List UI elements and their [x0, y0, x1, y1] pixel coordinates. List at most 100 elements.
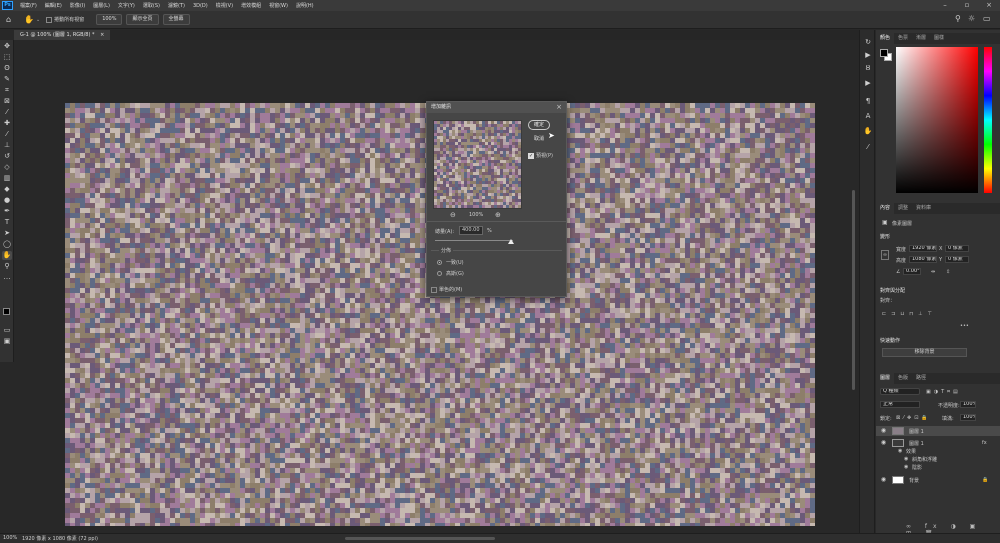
amount-slider-track[interactable]: [435, 240, 513, 241]
menu-file[interactable]: 檔案(F): [16, 2, 41, 9]
flip-h-icon[interactable]: ⇹: [931, 269, 935, 275]
paragraph-icon[interactable]: ¶: [863, 97, 873, 106]
layer-filter-icons[interactable]: ▣◑T⌗▤: [926, 389, 961, 395]
color-field[interactable]: [896, 47, 978, 193]
search-icon[interactable]: ⚲: [955, 14, 961, 23]
amount-slider-thumb[interactable]: [508, 239, 515, 244]
menu-type[interactable]: 文字(Y): [114, 2, 139, 9]
height-field[interactable]: 1080 像素: [909, 256, 937, 263]
brush-settings-icon[interactable]: ▶: [863, 79, 873, 88]
align-buttons-icon[interactable]: ⊏⊐⊔⊓⊥⊤: [882, 311, 937, 317]
character-icon[interactable]: A: [863, 112, 873, 121]
effect-row[interactable]: ◉ 陰影: [876, 463, 1000, 471]
foreground-color-swatch[interactable]: [3, 308, 10, 315]
fg-swatch[interactable]: [880, 49, 888, 57]
screen-mode-icon[interactable]: ▣: [2, 337, 12, 346]
home-icon[interactable]: ⌂: [6, 15, 16, 24]
tab-gradients[interactable]: 漸層: [912, 33, 930, 44]
status-zoom[interactable]: 100%: [3, 535, 17, 541]
eyedropper-tool-icon[interactable]: ⁄: [2, 108, 12, 117]
pen-tool-icon[interactable]: ✒: [2, 207, 12, 216]
eraser-tool-icon[interactable]: ◇: [2, 163, 12, 172]
hand-tool-icon[interactable]: ✋: [2, 251, 12, 260]
fit-screen-button[interactable]: 顯示全頁: [126, 14, 159, 25]
dodge-tool-icon[interactable]: ●: [2, 196, 12, 205]
menu-window[interactable]: 視窗(W): [265, 2, 292, 9]
menu-select[interactable]: 選取(S): [139, 2, 164, 9]
y-field[interactable]: 0 像素: [945, 256, 969, 263]
amount-input[interactable]: 400.00: [459, 226, 483, 235]
tab-libraries[interactable]: 資料庫: [912, 203, 935, 214]
brush-tool-icon[interactable]: ⁄: [2, 130, 12, 139]
history-brush-tool-icon[interactable]: ↺: [2, 152, 12, 161]
tab-patterns[interactable]: 圖樣: [930, 33, 948, 44]
path-select-tool-icon[interactable]: ➤: [2, 229, 12, 238]
crop-tool-icon[interactable]: ⌗: [2, 86, 12, 95]
effect-row[interactable]: ◉ 斜角和浮雕: [876, 455, 1000, 463]
zoom-out-icon[interactable]: ⊖: [450, 211, 456, 219]
transform-section[interactable]: 變形: [880, 233, 890, 240]
menu-image[interactable]: 影像(I): [66, 2, 89, 9]
hue-slider[interactable]: [984, 47, 992, 193]
move-tool-icon[interactable]: ✥: [2, 42, 12, 51]
width-field[interactable]: 1920 像素: [909, 245, 937, 252]
fill-screen-button[interactable]: 全螢幕: [162, 14, 190, 25]
marquee-tool-icon[interactable]: ⬚: [2, 53, 12, 62]
gradient-tool-icon[interactable]: ▥: [2, 174, 12, 183]
hand-tool-icon[interactable]: ✋: [24, 15, 34, 24]
menu-help[interactable]: 說明(H): [292, 2, 318, 9]
visibility-eye-icon[interactable]: ◉: [880, 427, 887, 434]
menu-view[interactable]: 檢視(V): [212, 2, 237, 9]
dialog-close-icon[interactable]: ×: [556, 102, 562, 113]
dialog-titlebar[interactable]: 增加雜訊 ×: [427, 102, 566, 113]
menu-layer[interactable]: 圖層(L): [89, 2, 114, 9]
tool-preset-chevron-icon[interactable]: ⌄: [36, 17, 40, 23]
healing-brush-tool-icon[interactable]: ✚: [2, 119, 12, 128]
layers-footer-icons[interactable]: ∞ fx ◑ ▣ ⊞ 🗑: [876, 523, 1000, 537]
blend-mode-select[interactable]: 正常: [880, 401, 920, 408]
visibility-eye-icon[interactable]: ◉: [880, 476, 887, 483]
horizontal-scrollbar[interactable]: [345, 537, 495, 540]
workspace-icon[interactable]: ▭: [983, 14, 991, 23]
layer-row[interactable]: ◉ 圖層 1: [876, 426, 1000, 436]
menu-edit[interactable]: 編輯(E): [41, 2, 66, 9]
angle-field[interactable]: 0.00°: [903, 268, 921, 275]
tab-channels[interactable]: 色版: [894, 373, 912, 384]
flip-v-icon[interactable]: ⇳: [946, 269, 950, 275]
minimize-icon[interactable]: –: [934, 0, 956, 11]
history-icon[interactable]: ↻: [863, 38, 873, 47]
fill-field[interactable]: 100%: [960, 414, 976, 421]
close-tab-icon[interactable]: ×: [100, 32, 104, 38]
tab-adjustments[interactable]: 調整: [894, 203, 912, 214]
more-tools-icon[interactable]: …: [2, 273, 12, 282]
scroll-all-windows-checkbox[interactable]: 捲動所有視窗: [46, 16, 84, 23]
shape-tool-icon[interactable]: ◯: [2, 240, 12, 249]
remove-background-button[interactable]: 移除背景: [882, 348, 967, 357]
zoom-tool-icon[interactable]: ⚲: [2, 262, 12, 271]
tab-layers[interactable]: 圖層: [876, 373, 895, 384]
quick-select-tool-icon[interactable]: ✎: [2, 75, 12, 84]
layer-filter-search[interactable]: Q 種類: [880, 388, 920, 395]
x-field[interactable]: 0 像素: [945, 245, 969, 252]
restore-icon[interactable]: ▫: [956, 0, 978, 11]
clone-stamp-tool-icon[interactable]: ⊥: [2, 141, 12, 150]
layer-row[interactable]: ◉ 背景 🔒: [876, 475, 1000, 485]
frame-tool-icon[interactable]: ⊠: [2, 97, 12, 106]
layer-fx-badge[interactable]: fx: [982, 440, 987, 446]
dialog-preview[interactable]: [433, 120, 522, 209]
lasso-tool-icon[interactable]: ʘ: [2, 64, 12, 73]
tab-swatches[interactable]: 色票: [894, 33, 912, 44]
more-align-icon[interactable]: •••: [960, 323, 969, 329]
effect-eye-icon[interactable]: ◉: [904, 464, 908, 470]
cancel-button[interactable]: 取消: [528, 134, 550, 144]
glyph-icon[interactable]: Ȣ: [863, 64, 873, 73]
zoom-100-button[interactable]: 100%: [96, 14, 123, 25]
actions-play-icon[interactable]: ▶: [863, 51, 873, 60]
menu-plugins[interactable]: 增效模組: [237, 2, 265, 9]
tool-presets-icon[interactable]: ✋: [863, 127, 873, 136]
zoom-in-icon[interactable]: ⊕: [495, 211, 501, 219]
link-icon[interactable]: ∞: [881, 250, 889, 260]
align-section[interactable]: 對齊與分配: [880, 287, 905, 294]
document-tab[interactable]: G-1 @ 100% (圖層 1, RGB/8) * ×: [14, 30, 111, 40]
type-tool-icon[interactable]: T: [2, 218, 12, 227]
